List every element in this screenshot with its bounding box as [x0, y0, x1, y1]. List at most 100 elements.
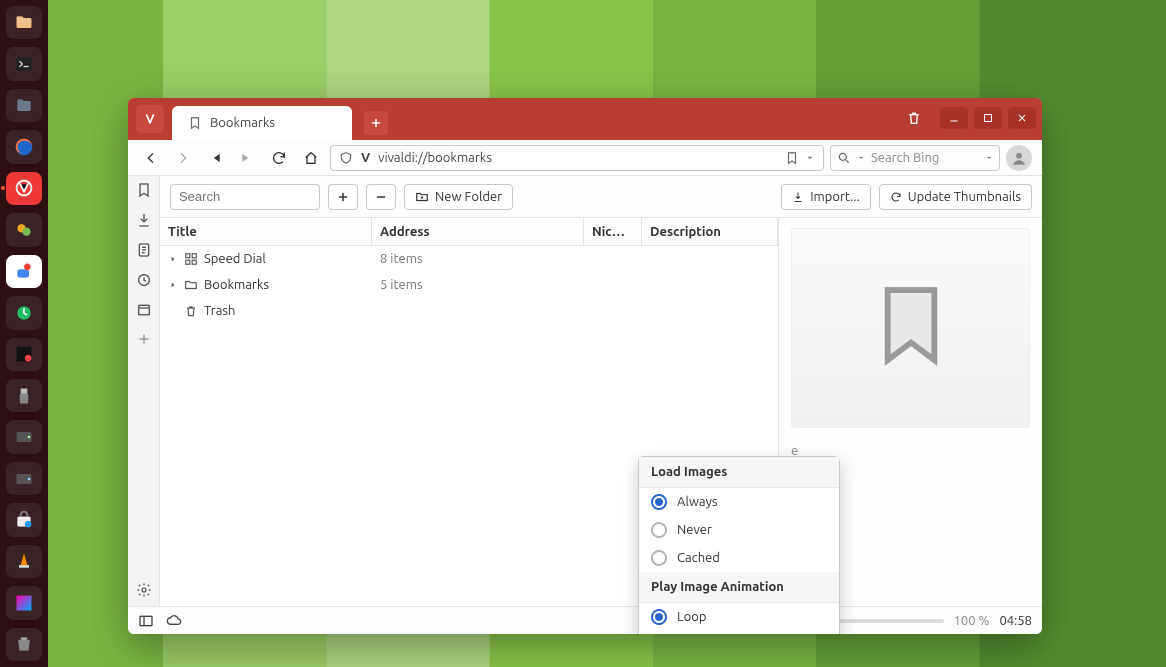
table-row[interactable]: Speed Dial 8 items: [160, 246, 778, 272]
dock-app-misc3[interactable]: [6, 338, 42, 371]
panel-add-icon[interactable]: [137, 332, 151, 346]
bm-search-input[interactable]: [170, 184, 320, 210]
panel-settings-icon[interactable]: [136, 582, 152, 598]
row-icon: [184, 304, 198, 318]
search-placeholder: Search Bing: [871, 151, 939, 165]
dock-app-firefox[interactable]: [6, 130, 42, 163]
vivaldi-menu-button[interactable]: [136, 105, 164, 133]
row-address: 8 items: [380, 252, 423, 266]
dock-app-vivaldi[interactable]: [6, 172, 42, 205]
nav-back-button[interactable]: [138, 146, 164, 170]
expand-chevron-icon[interactable]: [168, 281, 178, 289]
import-label: Import...: [810, 190, 860, 204]
search-engine-field[interactable]: Search Bing: [830, 145, 1000, 171]
vivaldi-window: Bookmarks: [128, 98, 1042, 634]
import-button[interactable]: Import...: [781, 184, 871, 210]
dock-app-terminal[interactable]: [6, 47, 42, 80]
panel-window-icon[interactable]: [136, 302, 152, 318]
popup-option-label: Cached: [677, 551, 720, 565]
expand-chevron-icon[interactable]: [168, 255, 178, 263]
panel-bookmarks-icon[interactable]: [136, 182, 152, 198]
dock-app-usb[interactable]: [6, 379, 42, 412]
refresh-icon: [890, 191, 902, 203]
address-bar: V vivaldi://bookmarks Search Bing: [128, 140, 1042, 176]
window-maximize-button[interactable]: [974, 107, 1002, 129]
bm-search-field[interactable]: [170, 184, 320, 210]
dock-app-gradient[interactable]: [6, 586, 42, 619]
popup-option[interactable]: Never: [639, 516, 839, 544]
address-dropdown-icon[interactable]: [805, 153, 815, 163]
panel-downloads-icon[interactable]: [136, 212, 152, 228]
update-thumbs-label: Update Thumbnails: [908, 190, 1021, 204]
bookmark-page-icon[interactable]: [785, 151, 799, 165]
dock-trash[interactable]: [6, 628, 42, 661]
url-field[interactable]: V vivaldi://bookmarks: [330, 145, 824, 171]
radio-icon[interactable]: [651, 494, 667, 510]
popup-option[interactable]: Always: [639, 488, 839, 516]
dock-app-files[interactable]: [6, 6, 42, 39]
dock-app-settings[interactable]: [6, 296, 42, 329]
col-title[interactable]: Title: [160, 218, 372, 245]
popup-section-title: Load Images: [639, 457, 839, 488]
nav-home-button[interactable]: [298, 146, 324, 170]
bm-add-button[interactable]: [328, 184, 358, 210]
radio-icon[interactable]: [651, 550, 667, 566]
popup-option[interactable]: Cached: [639, 544, 839, 572]
clock-label[interactable]: 04:58: [999, 614, 1032, 628]
dock-app-vlc[interactable]: [6, 545, 42, 578]
dock-app-disk2[interactable]: [6, 462, 42, 495]
popup-option-label: Never: [677, 523, 712, 537]
search-dropdown-icon[interactable]: [857, 154, 865, 162]
new-folder-label: New Folder: [435, 190, 502, 204]
col-nickname[interactable]: Nic…: [584, 218, 642, 245]
window-minimize-button[interactable]: [940, 107, 968, 129]
popup-option[interactable]: Loop: [639, 603, 839, 631]
table-row[interactable]: Trash: [160, 298, 778, 324]
nav-fastforward-button[interactable]: [234, 146, 260, 170]
col-description[interactable]: Description: [642, 218, 778, 245]
url-text: vivaldi://bookmarks: [378, 151, 492, 165]
row-address: 5 items: [380, 278, 423, 292]
profile-avatar-button[interactable]: [1006, 145, 1032, 171]
tab-bookmarks[interactable]: Bookmarks: [172, 106, 352, 140]
dock-app-disk1[interactable]: [6, 420, 42, 453]
popup-option[interactable]: Never: [639, 631, 839, 634]
nav-reload-button[interactable]: [266, 146, 292, 170]
side-panel: [128, 176, 160, 606]
search-tail-dropdown-icon[interactable]: [985, 154, 993, 162]
bm-remove-button[interactable]: [366, 184, 396, 210]
update-thumbnails-button[interactable]: Update Thumbnails: [879, 184, 1032, 210]
col-address[interactable]: Address: [372, 218, 584, 245]
row-title: Bookmarks: [204, 278, 269, 292]
panel-history-icon[interactable]: [136, 272, 152, 288]
popup-option-label: Always: [677, 495, 718, 509]
dock-app-misc1[interactable]: [6, 213, 42, 246]
dock-app-files2[interactable]: [6, 89, 42, 122]
folder-plus-icon: [415, 190, 429, 204]
new-folder-button[interactable]: New Folder: [404, 184, 513, 210]
row-title: Speed Dial: [204, 252, 266, 266]
tab-label: Bookmarks: [210, 116, 275, 130]
bookmark-icon: [188, 116, 202, 130]
table-row[interactable]: Bookmarks 5 items: [160, 272, 778, 298]
radio-icon[interactable]: [651, 522, 667, 538]
popup-section-title: Play Image Animation: [639, 572, 839, 603]
bm-toolbar: New Folder Import... Update Thumbnails: [160, 176, 1042, 218]
window-close-button[interactable]: [1008, 107, 1036, 129]
new-tab-button[interactable]: [364, 111, 388, 135]
sync-status-icon[interactable]: [166, 613, 182, 629]
bookmark-thumbnail: [791, 228, 1030, 428]
closed-tabs-trash-icon[interactable]: [900, 104, 928, 132]
dock-app-misc2[interactable]: [6, 255, 42, 288]
nav-forward-button[interactable]: [170, 146, 196, 170]
panel-notes-icon[interactable]: [136, 242, 152, 258]
panel-toggle-icon[interactable]: [138, 613, 154, 629]
download-icon: [792, 191, 804, 203]
image-settings-popup: Load Images Always Never Cached Play Image A…: [638, 456, 840, 634]
radio-icon[interactable]: [651, 609, 667, 625]
status-bar: Reset 100 % 04:58: [128, 606, 1042, 634]
ubuntu-dock: [0, 0, 48, 667]
row-icon: [184, 252, 198, 266]
nav-rewind-button[interactable]: [202, 146, 228, 170]
dock-app-store[interactable]: [6, 503, 42, 536]
